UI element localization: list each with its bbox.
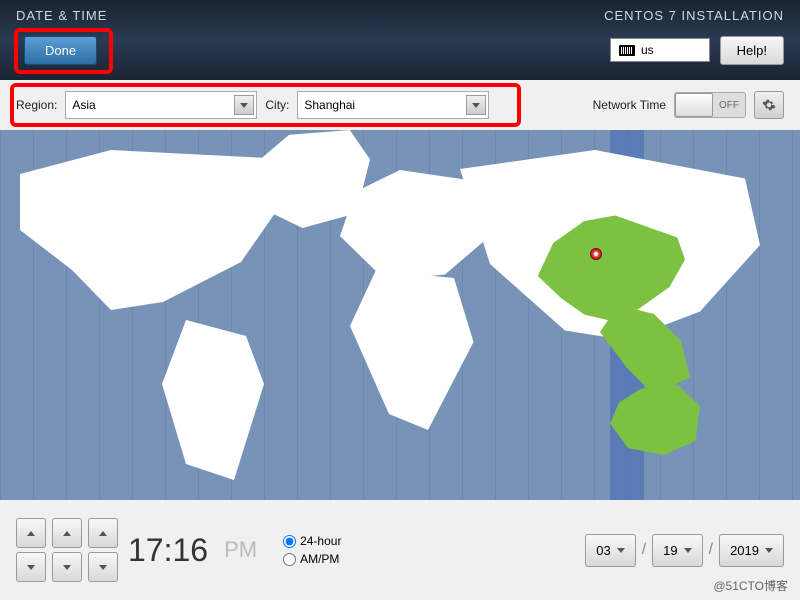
region-label: Region: [16,98,57,112]
city-dropdown[interactable]: Shanghai [297,91,489,119]
minute-spinner [52,518,82,582]
format-24h-radio[interactable] [283,535,296,548]
ampm-spinner [88,518,118,582]
region-value: Asia [72,98,95,112]
chevron-down-icon [27,565,35,570]
chevron-down-icon [684,548,692,553]
hour-spinner [16,518,46,582]
header-bar: DATE & TIME CENTOS 7 INSTALLATION Done u… [0,0,800,80]
month-dropdown[interactable]: 03 [585,534,635,567]
city-label: City: [265,98,289,112]
timezone-map[interactable] [0,130,800,500]
done-button[interactable]: Done [24,36,97,65]
help-button[interactable]: Help! [720,36,784,65]
landmass-africa [350,270,480,430]
ampm-down-button[interactable] [88,552,118,582]
date-separator: / [642,541,646,559]
ampm-up-button[interactable] [88,518,118,548]
time-date-bar: 17:16 PM 24-hour AM/PM 03 / 19 / 2019 [0,500,800,600]
chevron-up-icon [99,531,107,536]
toggle-knob [675,93,713,117]
chevron-down-icon [466,95,486,115]
format-24h-option[interactable]: 24-hour [283,534,341,548]
format-ampm-option[interactable]: AM/PM [283,552,341,566]
date-separator: / [709,541,713,559]
network-time-settings-button[interactable] [754,91,784,119]
gear-icon [762,98,776,112]
landmass-south-america [150,320,270,480]
minute-down-button[interactable] [52,552,82,582]
date-group: 03 / 19 / 2019 [585,534,784,567]
region-dropdown[interactable]: Asia [65,91,257,119]
hour-down-button[interactable] [16,552,46,582]
format-ampm-radio[interactable] [283,553,296,566]
hour-up-button[interactable] [16,518,46,548]
network-time-toggle[interactable]: OFF [674,92,746,118]
location-pin-icon [590,248,602,260]
chevron-down-icon [63,565,71,570]
selection-bar: Region: Asia City: Shanghai Network Time… [0,80,800,130]
landmass-north-america [20,150,280,310]
installer-title: CENTOS 7 INSTALLATION [604,8,784,23]
keyboard-layout-indicator[interactable]: us [610,38,710,62]
chevron-up-icon [27,531,35,536]
minute-value: 16 [172,532,208,568]
chevron-down-icon [99,565,107,570]
time-format-group: 24-hour AM/PM [283,534,341,566]
minute-up-button[interactable] [52,518,82,548]
city-value: Shanghai [304,98,355,112]
watermark: @51CTO博客 [713,577,788,594]
keyboard-layout-value: us [641,43,654,57]
toggle-state: OFF [713,100,745,111]
network-time-label: Network Time [593,98,666,112]
hour-value: 17 [128,532,164,568]
keyboard-icon [619,45,635,56]
time-display: 17:16 [128,532,208,569]
chevron-down-icon [765,548,773,553]
day-dropdown[interactable]: 19 [652,534,702,567]
chevron-down-icon [234,95,254,115]
network-time-group: Network Time OFF [593,91,784,119]
ampm-value: PM [224,537,257,563]
year-dropdown[interactable]: 2019 [719,534,784,567]
chevron-up-icon [63,531,71,536]
chevron-down-icon [617,548,625,553]
